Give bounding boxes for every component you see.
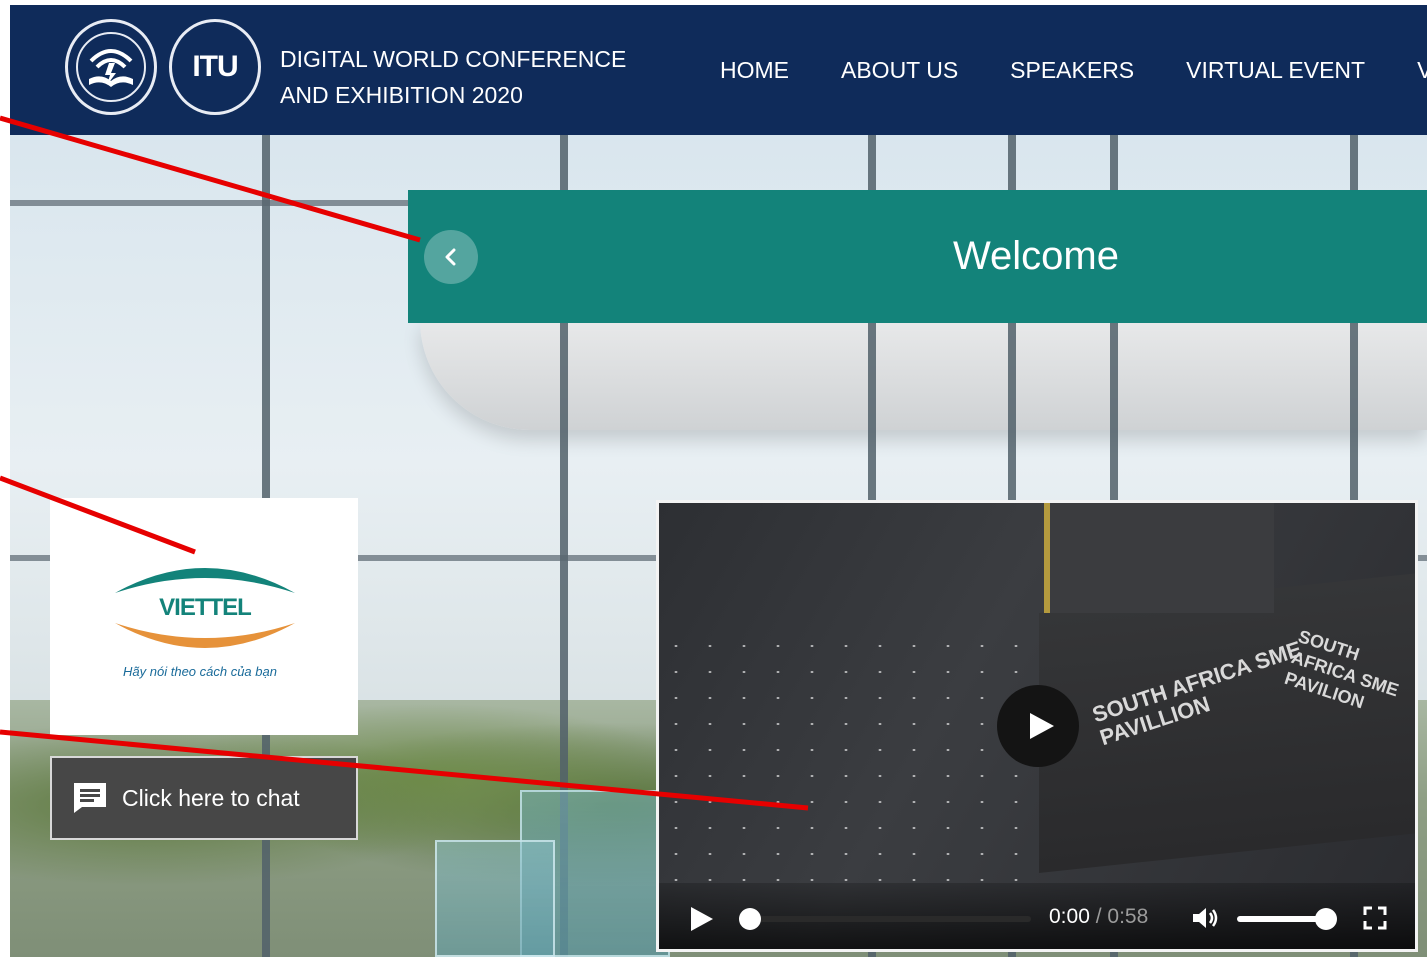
video-volume-handle[interactable] <box>1315 908 1337 930</box>
site-title[interactable]: DIGITAL WORLD CONFERENCE AND EXHIBITION … <box>280 41 626 113</box>
video-volume-slider[interactable] <box>1237 908 1337 930</box>
site-title-line1: DIGITAL WORLD CONFERENCE <box>280 46 627 72</box>
ministry-logo[interactable] <box>65 19 157 115</box>
video-booth-sign <box>1044 503 1274 613</box>
sponsor-tagline: Hãy nói theo cách của bạn <box>123 664 277 679</box>
video-duration: 0:58 <box>1107 905 1149 928</box>
itu-logo-text: ITU <box>192 50 238 83</box>
nav-about-us[interactable]: ABOUT US <box>841 57 958 84</box>
video-ceiling-lights <box>659 633 1039 893</box>
site-title-line2: AND EXHIBITION 2020 <box>280 82 523 108</box>
ministry-emblem-icon <box>76 32 146 102</box>
glass-display-case <box>435 840 555 957</box>
video-progress-handle[interactable] <box>739 908 761 930</box>
video-big-play-button[interactable] <box>997 685 1079 767</box>
main-nav: HOME ABOUT US SPEAKERS VIRTUAL EVENT VIP <box>720 57 1427 84</box>
viettel-logo-wordmark: VIETTEL <box>159 594 251 621</box>
video-current-time: 0:00 <box>1049 905 1090 928</box>
welcome-banner: Welcome <box>408 190 1427 323</box>
nav-virtual-event[interactable]: VIRTUAL EVENT <box>1186 57 1365 84</box>
volume-icon[interactable] <box>1191 905 1219 931</box>
header-logos: ITU <box>65 19 261 115</box>
video-time: 0:00 / 0:58 <box>1049 905 1148 929</box>
chat-icon <box>74 783 106 813</box>
video-progress-bar[interactable] <box>739 908 1031 930</box>
video-controls: 0:00 / 0:58 <box>659 883 1415 949</box>
virtual-lobby: ITU DIGITAL WORLD CONFERENCE AND EXHIBIT… <box>0 0 1427 957</box>
fullscreen-icon[interactable] <box>1362 905 1388 931</box>
chat-button-label: Click here to chat <box>122 784 300 811</box>
nav-home[interactable]: HOME <box>720 57 789 84</box>
chat-button[interactable]: Click here to chat <box>50 756 358 840</box>
nav-vip[interactable]: VIP <box>1417 57 1427 84</box>
lobby-ceiling-canopy <box>420 320 1427 430</box>
play-icon <box>1030 713 1054 739</box>
site-header: ITU DIGITAL WORLD CONFERENCE AND EXHIBIT… <box>10 5 1427 135</box>
play-icon[interactable] <box>689 905 715 933</box>
video-player[interactable]: SOUTH AFRICA SME PAVILLION SOUTH AFRICA … <box>656 500 1418 952</box>
nav-speakers[interactable]: SPEAKERS <box>1010 57 1134 84</box>
banner-title: Welcome <box>953 234 1119 278</box>
viettel-logo-icon: VIETTEL <box>115 568 295 648</box>
sponsor-logo-viettel[interactable]: VIETTEL Hãy nói theo cách của bạn <box>50 498 358 735</box>
video-time-separator: / <box>1089 905 1108 928</box>
itu-logo[interactable]: ITU <box>169 19 261 115</box>
